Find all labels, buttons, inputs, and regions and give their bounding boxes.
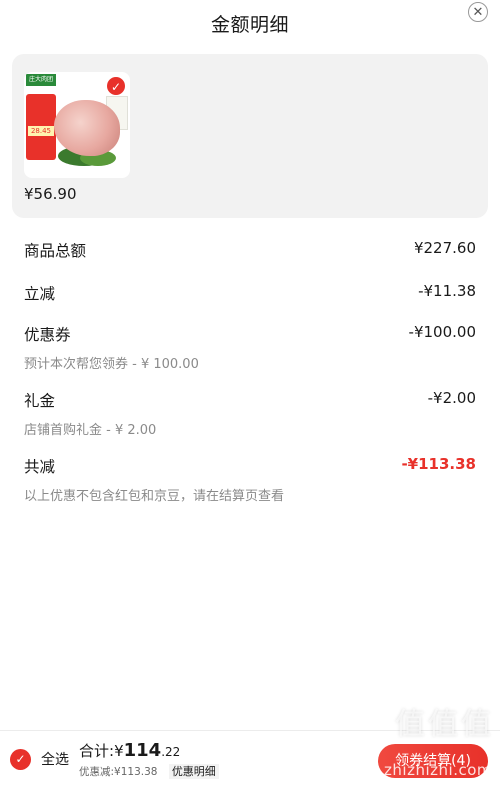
coupon-note: 预计本次帮您领券 - ¥ 100.00 [24,357,199,372]
total-discount-note: 以上优惠不包含红包和京豆，请在结算页查看 [24,489,285,504]
gift-money-label: 礼金 [24,392,56,410]
total-discount-amount: -¥113.38 [401,455,476,473]
total-integer: 114 [123,739,162,761]
promo-banner: 28.45 [26,94,56,160]
close-icon[interactable]: ✕ [468,2,488,22]
goods-total-label: 商品总额 [24,242,87,260]
watermark-url: zhizhizhi.com [384,761,492,779]
brand-tag: 庄大肉团 [26,74,56,86]
gift-money-row: 礼金 -¥2.00 [24,389,476,411]
total-currency: ¥ [114,741,124,760]
instant-discount-label: 立减 [24,285,56,303]
discount-detail-link[interactable]: 优惠明细 [168,763,219,779]
total-prefix: 合计: [79,741,115,760]
discount-line: 优惠减:¥113.38 优惠明细 [79,763,219,779]
discount-summary: 优惠减:¥113.38 [79,765,158,778]
total-block: 合计:¥114.22 优惠减:¥113.38 优惠明细 [79,740,219,779]
checkmark-icon[interactable]: ✓ [106,76,126,96]
coupon-row: 优惠券 -¥100.00 [24,323,476,345]
promo-price: 28.45 [28,126,54,136]
coupon-label: 优惠券 [24,326,71,344]
goods-total-row: 商品总额 ¥227.60 [24,239,476,261]
price-breakdown: 商品总额 ¥227.60 立减 -¥11.38 优惠券 -¥100.00 预计本… [0,239,500,504]
pork-trotter-image [54,100,120,156]
product-card: 庄大肉团 28.45 ✓ ¥56.90 [12,54,488,218]
amount-detail-header: 金额明细 ✕ [0,0,500,46]
instant-discount-row: 立减 -¥11.38 [24,282,476,304]
goods-total-amount: ¥227.60 [413,239,476,257]
product-price: ¥56.90 [24,185,77,203]
total-decimal: .22 [161,744,181,759]
watermark-logo: 值值值 [395,707,494,742]
page-title: 金额明细 [210,13,289,36]
select-all-checkbox[interactable]: ✓ [10,748,31,770]
select-all-label[interactable]: 全选 [41,749,69,769]
gift-money-amount: -¥2.00 [427,389,476,407]
gift-money-note: 店铺首购礼金 - ¥ 2.00 [24,423,157,438]
total-discount-row: 共减 -¥113.38 [24,455,476,477]
total-line: 合计:¥114.22 [79,740,219,761]
total-discount-label: 共减 [24,458,56,476]
product-thumbnail[interactable]: 庄大肉团 28.45 ✓ [24,72,130,178]
coupon-amount: -¥100.00 [408,323,476,341]
instant-discount-amount: -¥11.38 [418,282,476,300]
